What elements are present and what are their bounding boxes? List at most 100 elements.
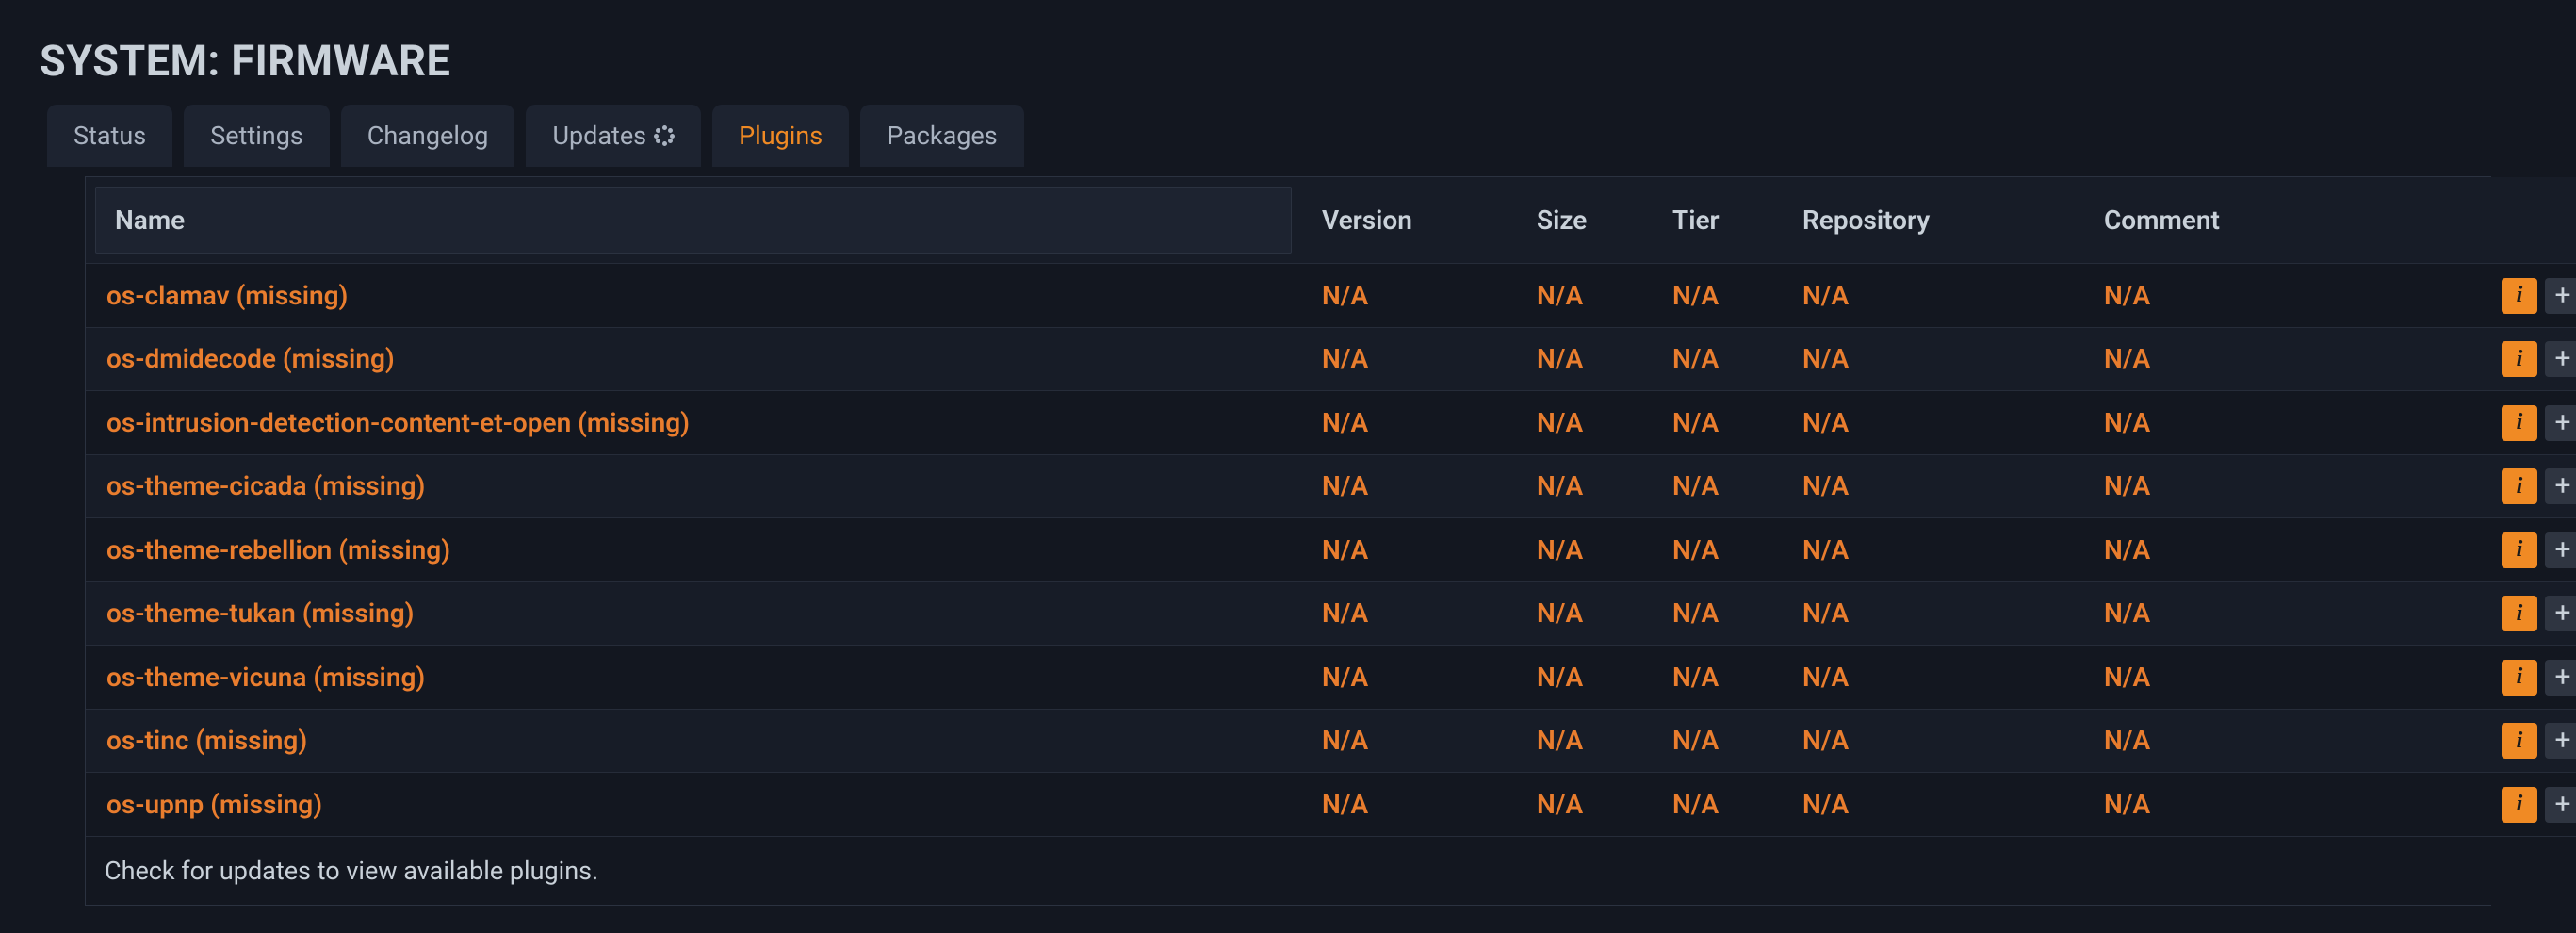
plugin-tier: N/A — [1652, 264, 1782, 328]
plugin-size: N/A — [1516, 646, 1652, 710]
info-icon[interactable]: i — [2502, 468, 2537, 504]
plugin-tier: N/A — [1652, 518, 1782, 582]
plugin-repository: N/A — [1782, 709, 2083, 773]
column-header-version[interactable]: Version — [1301, 177, 1516, 264]
plugin-size: N/A — [1516, 518, 1652, 582]
plus-icon[interactable]: + — [2545, 341, 2576, 377]
plugin-comment: N/A — [2083, 709, 2356, 773]
plus-icon[interactable]: + — [2545, 660, 2576, 696]
tab-updates[interactable]: Updates — [526, 105, 701, 167]
info-icon[interactable]: i — [2502, 341, 2537, 377]
info-icon[interactable]: i — [2502, 787, 2537, 823]
page-title: SYSTEM: FIRMWARE — [9, 9, 2567, 105]
tab-packages-label: Packages — [887, 121, 998, 151]
plugin-repository: N/A — [1782, 646, 2083, 710]
plugin-size: N/A — [1516, 773, 1652, 837]
info-icon[interactable]: i — [2502, 660, 2537, 696]
plugin-repository: N/A — [1782, 264, 2083, 328]
plugin-actions: i+ — [2356, 264, 2576, 328]
plugin-comment: N/A — [2083, 646, 2356, 710]
plugin-name[interactable]: os-upnp (missing) — [86, 773, 1301, 837]
plus-icon[interactable]: + — [2545, 278, 2576, 314]
plugin-name[interactable]: os-clamav (missing) — [86, 264, 1301, 328]
table-row: os-tinc (missing)N/AN/AN/AN/AN/Ai+ — [86, 709, 2576, 773]
plugin-name[interactable]: os-dmidecode (missing) — [86, 327, 1301, 391]
plugin-comment: N/A — [2083, 327, 2356, 391]
tabs-bar: Status Settings Changelog Updates Plugin… — [47, 105, 2529, 167]
plus-icon[interactable]: + — [2545, 596, 2576, 631]
plus-icon[interactable]: + — [2545, 405, 2576, 441]
plugin-size: N/A — [1516, 391, 1652, 455]
plus-icon[interactable]: + — [2545, 532, 2576, 568]
plugin-size: N/A — [1516, 327, 1652, 391]
plugin-actions: i+ — [2356, 454, 2576, 518]
plugin-tier: N/A — [1652, 391, 1782, 455]
plugin-comment: N/A — [2083, 391, 2356, 455]
plugin-version: N/A — [1301, 327, 1516, 391]
spinner-icon — [654, 125, 675, 146]
tab-updates-label: Updates — [552, 121, 646, 151]
plugin-repository: N/A — [1782, 391, 2083, 455]
info-icon[interactable]: i — [2502, 596, 2537, 631]
table-row: os-theme-cicada (missing)N/AN/AN/AN/AN/A… — [86, 454, 2576, 518]
plus-icon[interactable]: + — [2545, 468, 2576, 504]
plus-icon[interactable]: + — [2545, 787, 2576, 823]
plugin-comment: N/A — [2083, 454, 2356, 518]
plugin-tier: N/A — [1652, 327, 1782, 391]
plugin-size: N/A — [1516, 264, 1652, 328]
column-header-repository[interactable]: Repository — [1782, 177, 2083, 264]
plugin-size: N/A — [1516, 581, 1652, 646]
info-icon[interactable]: i — [2502, 278, 2537, 314]
column-header-comment[interactable]: Comment — [2083, 177, 2356, 264]
table-row: os-upnp (missing)N/AN/AN/AN/AN/Ai+ — [86, 773, 2576, 837]
plugin-repository: N/A — [1782, 581, 2083, 646]
tab-changelog-label: Changelog — [367, 121, 489, 151]
plugin-name[interactable]: os-theme-tukan (missing) — [86, 581, 1301, 646]
plugin-tier: N/A — [1652, 581, 1782, 646]
table-row: os-theme-tukan (missing)N/AN/AN/AN/AN/Ai… — [86, 581, 2576, 646]
plugin-tier: N/A — [1652, 454, 1782, 518]
plugin-actions: i+ — [2356, 773, 2576, 837]
plugin-actions: i+ — [2356, 581, 2576, 646]
plugin-actions: i+ — [2356, 709, 2576, 773]
plugin-comment: N/A — [2083, 581, 2356, 646]
tab-changelog[interactable]: Changelog — [341, 105, 515, 167]
table-row: os-dmidecode (missing)N/AN/AN/AN/AN/Ai+ — [86, 327, 2576, 391]
info-icon[interactable]: i — [2502, 532, 2537, 568]
tab-status-label: Status — [73, 121, 146, 151]
plugin-name[interactable]: os-intrusion-detection-content-et-open (… — [86, 391, 1301, 455]
plugin-version: N/A — [1301, 773, 1516, 837]
tab-settings-label: Settings — [210, 121, 303, 151]
plugin-version: N/A — [1301, 709, 1516, 773]
plugin-version: N/A — [1301, 581, 1516, 646]
tab-plugins-label: Plugins — [739, 121, 823, 151]
column-name-filter[interactable]: Name — [95, 187, 1292, 254]
plugin-name[interactable]: os-theme-cicada (missing) — [86, 454, 1301, 518]
tab-status[interactable]: Status — [47, 105, 172, 167]
plugin-tier: N/A — [1652, 709, 1782, 773]
table-row: os-theme-rebellion (missing)N/AN/AN/AN/A… — [86, 518, 2576, 582]
column-header-size[interactable]: Size — [1516, 177, 1652, 264]
table-row: os-theme-vicuna (missing)N/AN/AN/AN/AN/A… — [86, 646, 2576, 710]
plugin-tier: N/A — [1652, 773, 1782, 837]
plugin-actions: i+ — [2356, 518, 2576, 582]
plugin-actions: i+ — [2356, 391, 2576, 455]
plugin-size: N/A — [1516, 709, 1652, 773]
info-icon[interactable]: i — [2502, 723, 2537, 759]
plugins-table-wrap: Name Version Size Tier Repository Commen… — [85, 176, 2491, 906]
tab-plugins[interactable]: Plugins — [712, 105, 849, 167]
plugin-repository: N/A — [1782, 518, 2083, 582]
plugin-name[interactable]: os-theme-rebellion (missing) — [86, 518, 1301, 582]
plus-icon[interactable]: + — [2545, 723, 2576, 759]
plugin-version: N/A — [1301, 454, 1516, 518]
plugin-comment: N/A — [2083, 518, 2356, 582]
info-icon[interactable]: i — [2502, 405, 2537, 441]
tab-settings[interactable]: Settings — [184, 105, 330, 167]
tab-packages[interactable]: Packages — [860, 105, 1024, 167]
plugin-name[interactable]: os-theme-vicuna (missing) — [86, 646, 1301, 710]
plugin-comment: N/A — [2083, 773, 2356, 837]
column-header-tier[interactable]: Tier — [1652, 177, 1782, 264]
table-row: os-clamav (missing)N/AN/AN/AN/AN/Ai+ — [86, 264, 2576, 328]
plugin-name[interactable]: os-tinc (missing) — [86, 709, 1301, 773]
plugins-table: Name Version Size Tier Repository Commen… — [86, 177, 2576, 905]
